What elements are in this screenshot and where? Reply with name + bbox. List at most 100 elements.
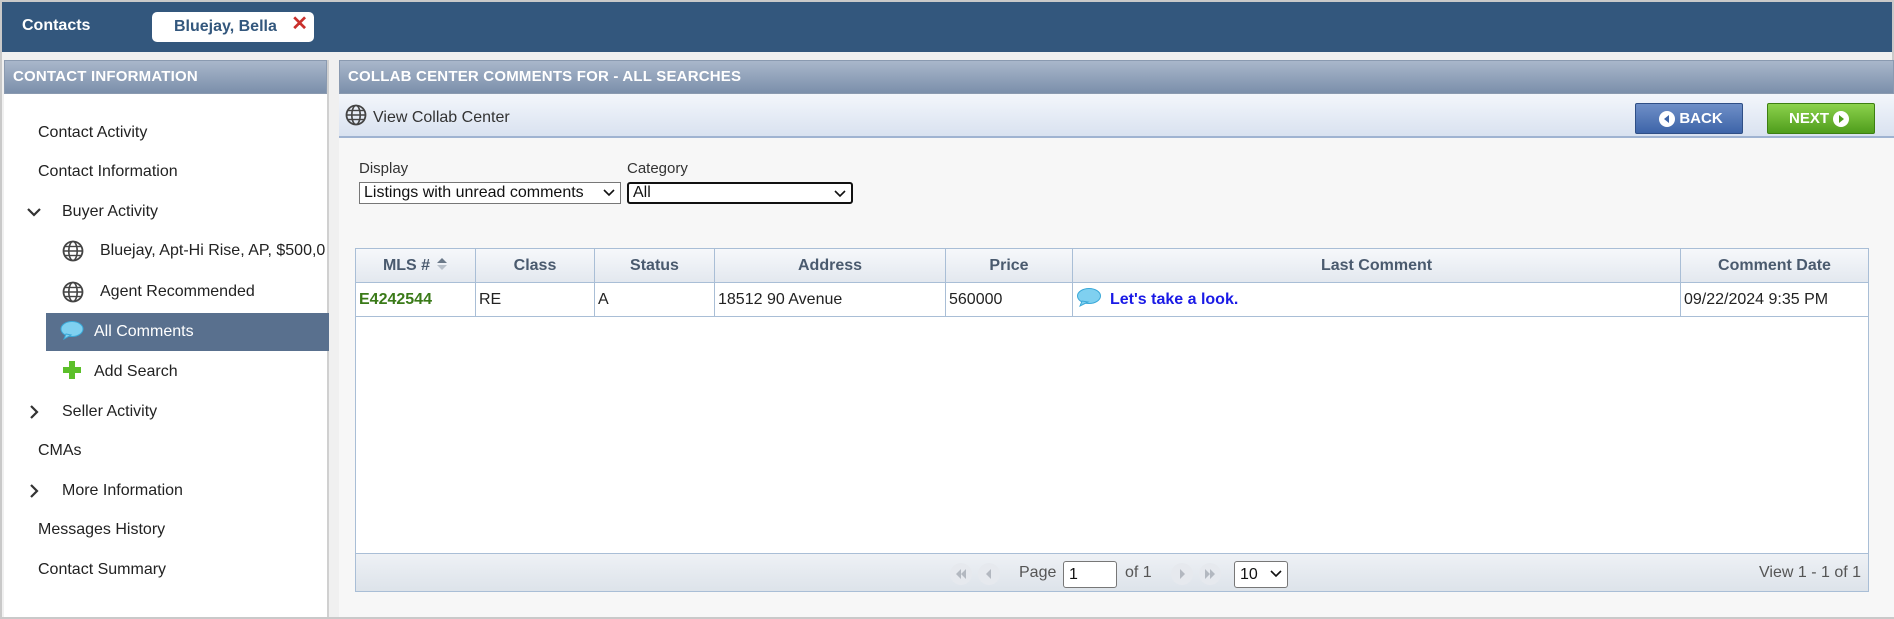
sidebar-item-cmas[interactable]: CMAs	[4, 432, 329, 470]
app-window: Contacts Bluejay, Bella ✕ CONTACT INFORM…	[0, 0, 1894, 619]
next-button[interactable]: NEXT	[1767, 103, 1875, 134]
page-label: Page	[1019, 564, 1057, 581]
contact-tab-label: Bluejay, Bella	[174, 18, 277, 35]
view-collab-center-link[interactable]: View Collab Center	[345, 104, 510, 131]
page-title: COLLAB CENTER COMMENTS FOR - ALL SEARCHE…	[339, 60, 1894, 94]
sidebar-item-label: All Comments	[94, 323, 194, 340]
last-comment-link[interactable]: Let's take a look.	[1110, 291, 1238, 309]
column-header-mls[interactable]: MLS #	[356, 249, 476, 283]
app-title[interactable]: Contacts	[22, 17, 90, 35]
sidebar-item-label: Add Search	[94, 363, 178, 380]
sidebar-item-messages-history[interactable]: Messages History	[4, 511, 329, 549]
column-header-label: Address	[797, 257, 863, 274]
first-page-icon[interactable]	[950, 563, 972, 585]
chevron-down-icon	[833, 184, 847, 207]
sidebar-item-more-information[interactable]: More Information	[4, 472, 329, 510]
view-collab-center-label: View Collab Center	[373, 108, 510, 126]
category-filter: Category All	[627, 160, 853, 204]
sidebar-item-label: Seller Activity	[62, 403, 158, 420]
display-label: Display	[359, 160, 409, 177]
arrow-left-icon	[1659, 110, 1676, 127]
sidebar-item-all-comments[interactable]: All Comments	[46, 313, 329, 351]
plus-icon	[62, 360, 82, 385]
chevron-right-icon[interactable]	[26, 483, 42, 499]
category-select[interactable]: All	[627, 182, 853, 204]
table-header: MLS # Class Status Address Price Last Co…	[356, 249, 1868, 283]
sidebar-item-add-search[interactable]: Add Search	[4, 353, 329, 391]
sidebar-title: CONTACT INFORMATION	[4, 60, 327, 94]
rows-per-page-select[interactable]: 10	[1234, 561, 1288, 588]
back-button[interactable]: BACK	[1635, 103, 1743, 134]
sidebar-item-contact-information[interactable]: Contact Information	[4, 153, 329, 191]
speech-bubble-icon[interactable]	[1076, 287, 1102, 312]
column-header-class[interactable]: Class	[476, 249, 595, 283]
last-page-icon[interactable]	[1199, 563, 1221, 585]
page-number-input[interactable]: 1	[1063, 561, 1117, 588]
next-page-icon[interactable]	[1171, 563, 1193, 585]
contact-sidebar: CONTACT INFORMATION Contact Activity Con…	[4, 60, 329, 617]
sidebar-item-label: Contact Activity	[38, 124, 148, 141]
cell-status: A	[595, 283, 715, 316]
globe-icon	[62, 240, 84, 262]
prev-page-icon[interactable]	[978, 563, 1000, 585]
pager: Page 1 of 1 10 View 1 - 1 of 1	[356, 553, 1868, 591]
sidebar-item-label: More Information	[62, 482, 183, 499]
sidebar-item-contact-activity[interactable]: Contact Activity	[4, 114, 329, 152]
column-header-comment-date[interactable]: Comment Date	[1681, 249, 1868, 283]
column-header-label: Class	[513, 257, 557, 274]
sidebar-item-label: Contact Summary	[38, 561, 167, 578]
back-button-label: BACK	[1679, 110, 1723, 127]
display-select[interactable]: Listings with unread comments	[359, 182, 621, 204]
display-select-value: Listings with unread comments	[364, 184, 584, 201]
column-header-label: Price	[989, 257, 1029, 274]
cell-last-comment: Let's take a look.	[1073, 283, 1681, 316]
category-label: Category	[627, 160, 688, 177]
globe-icon	[345, 104, 367, 131]
column-header-label: MLS #	[382, 257, 431, 274]
sidebar-item-label: Contact Information	[38, 163, 178, 180]
column-header-label: Last Comment	[1320, 257, 1433, 274]
display-filter: Display Listings with unread comments	[359, 160, 621, 204]
sidebar-item-bluejay-search[interactable]: Bluejay, Apt-Hi Rise, AP, $500,0	[4, 232, 329, 270]
rows-per-page-value: 10	[1240, 566, 1258, 583]
sidebar-item-contact-summary[interactable]: Contact Summary	[4, 551, 329, 589]
sidebar-item-label: Bluejay, Apt-Hi Rise, AP, $500,0	[100, 242, 326, 259]
close-icon[interactable]: ✕	[291, 13, 308, 35]
cell-mls: E4242544	[356, 283, 476, 316]
top-bar: Contacts Bluejay, Bella ✕	[2, 2, 1892, 52]
column-header-address[interactable]: Address	[715, 249, 946, 283]
contact-tab[interactable]: Bluejay, Bella ✕	[152, 12, 314, 42]
main-panel: COLLAB CENTER COMMENTS FOR - ALL SEARCHE…	[339, 60, 1894, 617]
category-select-value: All	[633, 184, 651, 201]
speech-bubble-icon	[60, 320, 84, 345]
view-range-text: View 1 - 1 of 1	[1759, 564, 1861, 581]
page-of-label: of 1	[1125, 564, 1152, 581]
chevron-down-icon	[1269, 564, 1283, 592]
cell-class: RE	[476, 283, 595, 316]
column-header-last-comment[interactable]: Last Comment	[1073, 249, 1681, 283]
arrow-right-icon	[1833, 110, 1849, 127]
comments-table: MLS # Class Status Address Price Last Co…	[355, 248, 1869, 592]
sidebar-item-label: CMAs	[38, 442, 82, 459]
chevron-right-icon[interactable]	[26, 404, 42, 420]
sidebar-item-buyer-activity[interactable]: Buyer Activity	[4, 193, 329, 231]
sort-icon[interactable]	[436, 256, 448, 277]
sidebar-item-seller-activity[interactable]: Seller Activity	[4, 393, 329, 431]
cell-price: 560000	[946, 283, 1073, 316]
column-header-label: Comment Date	[1718, 257, 1831, 274]
chevron-down-icon[interactable]	[26, 204, 42, 220]
globe-icon	[62, 281, 84, 303]
mls-link[interactable]: E4242544	[359, 291, 432, 309]
column-header-price[interactable]: Price	[946, 249, 1073, 283]
cell-address: 18512 90 Avenue	[715, 283, 946, 316]
sidebar-item-label: Buyer Activity	[62, 203, 159, 220]
chevron-down-icon	[602, 183, 616, 206]
column-header-status[interactable]: Status	[595, 249, 715, 283]
sidebar-item-agent-recommended[interactable]: Agent Recommended	[4, 273, 329, 311]
cell-comment-date: 09/22/2024 9:35 PM	[1684, 290, 1829, 308]
column-header-label: Status	[630, 257, 679, 274]
sidebar-item-label: Agent Recommended	[100, 283, 255, 300]
next-button-label: NEXT	[1788, 110, 1829, 127]
table-row[interactable]: E4242544 RE A 18512 90 Avenue 560000 Let…	[356, 283, 1868, 317]
toolbar: View Collab Center BACK NEXT	[339, 94, 1894, 138]
